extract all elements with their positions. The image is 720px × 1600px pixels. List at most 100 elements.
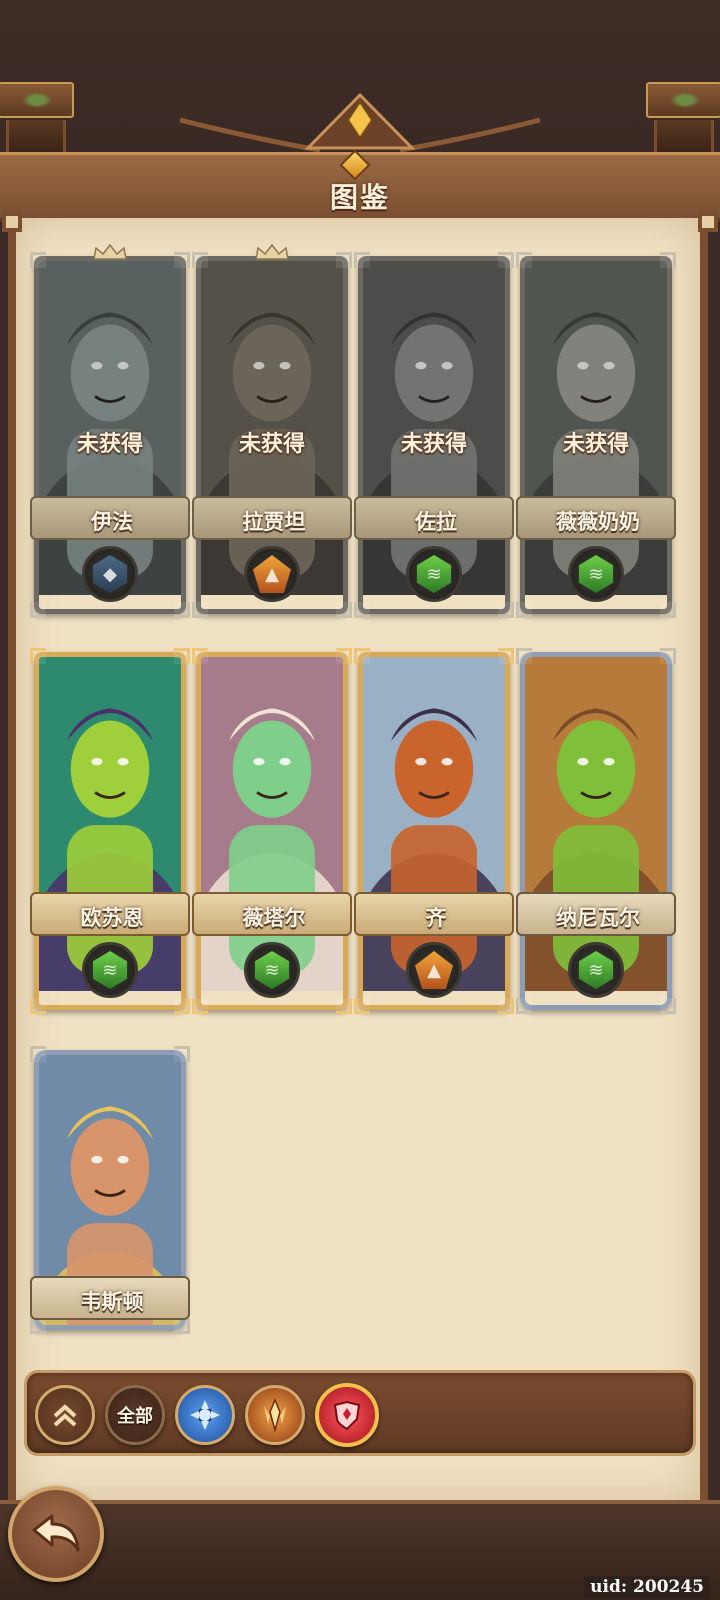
filter-water-button[interactable]	[175, 1385, 235, 1445]
wind-element-icon: ≋	[254, 951, 290, 989]
double-chevron-up-icon	[53, 1404, 77, 1427]
page-title: 图鉴	[329, 181, 390, 214]
hero-name: 伊法	[91, 510, 133, 534]
card-corner-ornament	[516, 998, 532, 1014]
collapse-filter-button[interactable]	[35, 1385, 95, 1445]
card-corner-ornament	[660, 648, 676, 664]
hero-card[interactable]: 未获得伊法 ◆	[30, 244, 190, 618]
card-corner-ornament	[336, 602, 352, 618]
hero-name: 薇塔尔	[242, 906, 306, 930]
wind-element-icon: ≋	[416, 555, 452, 593]
hero-card[interactable]: 纳尼瓦尔 ≋	[516, 648, 676, 1014]
card-corner-ornament	[336, 648, 352, 664]
earth-element-badge: ▲	[406, 942, 462, 998]
card-corner-ornament	[354, 648, 370, 664]
card-corner-ornament	[192, 602, 208, 618]
crown-icon	[93, 244, 127, 260]
water-element-badge: ◆	[82, 546, 138, 602]
wind-element-icon: ≋	[578, 951, 614, 989]
hero-card[interactable]: 未获得拉贾坦 ▲	[192, 244, 352, 618]
hero-name: 拉贾坦	[242, 510, 306, 534]
card-corner-ornament	[660, 998, 676, 1014]
hero-name: 齐	[425, 906, 447, 930]
card-corner-ornament	[174, 602, 190, 618]
card-corner-ornament	[498, 602, 514, 618]
uid-label: uid: 200245	[584, 1576, 710, 1598]
wind-element-badge: ≋	[568, 546, 624, 602]
earth-element-badge: ▲	[244, 546, 300, 602]
hero-name-scroll: 拉贾坦	[192, 496, 352, 540]
card-corner-ornament	[660, 602, 676, 618]
card-corner-ornament	[192, 648, 208, 664]
card-corner-ornament	[30, 648, 46, 664]
card-corner-ornament	[30, 1046, 46, 1062]
hero-name-scroll: 韦斯顿	[30, 1276, 190, 1320]
wind-element-icon: ≋	[578, 555, 614, 593]
hero-name-scroll: 薇塔尔	[192, 892, 352, 936]
card-corner-ornament	[660, 252, 676, 268]
hero-name: 纳尼瓦尔	[556, 906, 640, 930]
card-corner-ornament	[192, 998, 208, 1014]
hero-name-scroll: 薇薇奶奶	[516, 496, 676, 540]
hero-name-scroll: 欧苏恩	[30, 892, 190, 936]
filter-fire-button[interactable]	[245, 1385, 305, 1445]
back-button[interactable]	[8, 1486, 104, 1582]
card-corner-ornament	[30, 1318, 46, 1334]
filter-all-button[interactable]: 全部	[105, 1385, 165, 1445]
hero-name-scroll: 伊法	[30, 496, 190, 540]
card-corner-ornament	[174, 998, 190, 1014]
wind-element-badge: ≋	[568, 942, 624, 998]
fire-faction-icon	[264, 1398, 286, 1432]
hero-name-scroll: 齐	[354, 892, 514, 936]
back-arrow-icon	[32, 1514, 80, 1552]
hero-name: 薇薇奶奶	[556, 510, 640, 534]
wind-element-badge: ≋	[244, 942, 300, 998]
card-corner-ornament	[498, 998, 514, 1014]
hero-card[interactable]: 齐 ▲	[354, 648, 514, 1014]
wind-element-icon: ≋	[92, 951, 128, 989]
hero-card[interactable]: 薇塔尔 ≋	[192, 648, 352, 1014]
hero-card[interactable]: 欧苏恩 ≋	[30, 648, 190, 1014]
card-corner-ornament	[174, 252, 190, 268]
filter-all-label: 全部	[117, 1406, 153, 1427]
hero-name-scroll: 佐拉	[354, 496, 514, 540]
panel-corner-ornament	[2, 212, 22, 232]
not-obtained-label: 未获得	[400, 432, 467, 457]
card-corner-ornament	[498, 648, 514, 664]
card-corner-ornament	[30, 998, 46, 1014]
water-element-icon: ◆	[92, 555, 128, 593]
card-corner-ornament	[30, 602, 46, 618]
card-corner-ornament	[516, 648, 532, 664]
hero-card[interactable]: 未获得薇薇奶奶 ≋	[516, 252, 676, 618]
card-corner-ornament	[498, 252, 514, 268]
hero-card[interactable]: 韦斯顿	[30, 1046, 190, 1334]
card-corner-ornament	[354, 252, 370, 268]
card-corner-ornament	[336, 252, 352, 268]
earth-element-icon: ▲	[415, 951, 453, 989]
panel-corner-ornament	[698, 212, 718, 232]
earth-element-icon: ▲	[253, 555, 291, 593]
water-faction-icon	[190, 1400, 220, 1430]
card-corner-ornament	[354, 602, 370, 618]
filter-crimson-button[interactable]	[315, 1383, 379, 1447]
not-obtained-label: 未获得	[76, 432, 143, 457]
card-corner-ornament	[174, 1046, 190, 1062]
hero-name: 欧苏恩	[80, 906, 144, 930]
not-obtained-label: 未获得	[562, 432, 629, 457]
faction-filter-bar: 全部	[24, 1370, 696, 1456]
hero-card[interactable]: 未获得佐拉 ≋	[354, 252, 514, 618]
wind-element-badge: ≋	[82, 942, 138, 998]
not-obtained-label: 未获得	[238, 432, 305, 457]
hero-name: 韦斯顿	[80, 1290, 144, 1314]
hero-name-scroll: 纳尼瓦尔	[516, 892, 676, 936]
card-corner-ornament	[30, 252, 46, 268]
card-corner-ornament	[516, 252, 532, 268]
card-corner-ornament	[174, 648, 190, 664]
wind-element-badge: ≋	[406, 546, 462, 602]
card-corner-ornament	[336, 998, 352, 1014]
crimson-faction-icon	[333, 1400, 361, 1431]
hero-name: 佐拉	[415, 510, 457, 534]
card-corner-ornament	[192, 252, 208, 268]
card-corner-ornament	[174, 1318, 190, 1334]
card-corner-ornament	[354, 998, 370, 1014]
